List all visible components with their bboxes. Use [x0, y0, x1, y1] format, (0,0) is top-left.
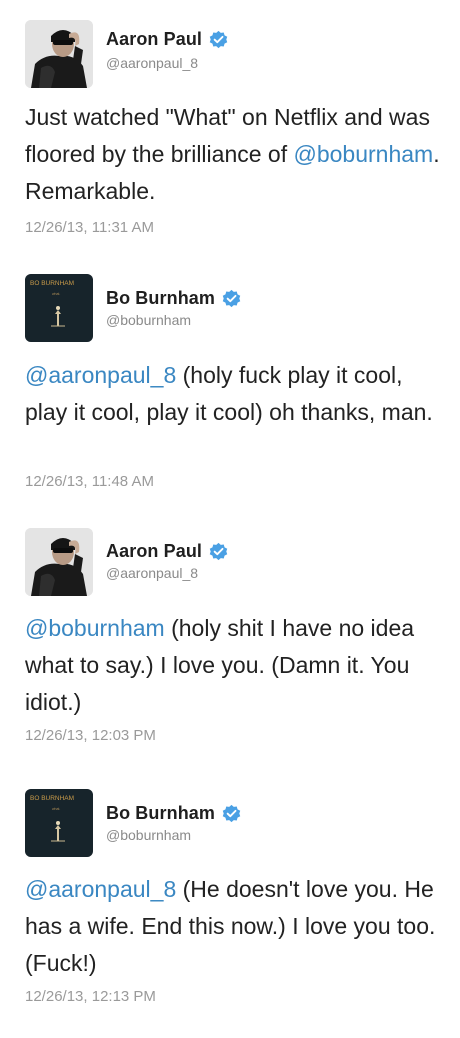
author-name[interactable]: Aaron Paul — [106, 541, 202, 562]
author-handle[interactable]: @aaronpaul_8 — [106, 55, 198, 71]
mention-link[interactable]: @aaronpaul_8 — [25, 876, 176, 902]
tweet-4[interactable]: BO BURNHAM what. Bo Burnham @boburnham @… — [0, 785, 460, 1025]
bo-burnham-album-icon: BO BURNHAM what. — [25, 274, 93, 342]
tweet-text: @aaronpaul_8 (He doesn't love you. He ha… — [25, 871, 445, 982]
author-row: Bo Burnham — [106, 803, 242, 824]
avatar[interactable]: BO BURNHAM what. — [25, 274, 93, 342]
tweet-3[interactable]: Aaron Paul @aaronpaul_8 @boburnham (holy… — [0, 525, 460, 765]
timestamp[interactable]: 12/26/13, 11:48 AM — [25, 473, 154, 490]
verified-badge-icon — [209, 30, 228, 49]
tweet-1[interactable]: Aaron Paul @aaronpaul_8 Just watched "Wh… — [0, 17, 460, 253]
verified-badge-icon — [222, 289, 241, 308]
tweet-text: @aaronpaul_8 (holy fuck play it cool, pl… — [25, 357, 445, 431]
author-handle[interactable]: @aaronpaul_8 — [106, 565, 198, 581]
author-name[interactable]: Aaron Paul — [106, 29, 202, 50]
tweet-2[interactable]: BO BURNHAM what. Bo Burnham @boburnham @… — [0, 270, 460, 510]
author-handle[interactable]: @boburnham — [106, 827, 191, 843]
avatar[interactable]: BO BURNHAM what. — [25, 789, 93, 857]
author-name[interactable]: Bo Burnham — [106, 803, 215, 824]
author-row: Aaron Paul — [106, 29, 229, 50]
verified-badge-icon — [209, 542, 228, 561]
tweet-text: Just watched "What" on Netflix and was f… — [25, 99, 445, 210]
timestamp[interactable]: 12/26/13, 12:13 PM — [25, 988, 156, 1005]
svg-text:what.: what. — [52, 807, 60, 811]
verified-badge-icon — [222, 804, 241, 823]
mention-link[interactable]: @boburnham — [25, 615, 165, 641]
svg-text:what.: what. — [52, 292, 60, 296]
avatar[interactable] — [25, 20, 93, 88]
timestamp[interactable]: 12/26/13, 12:03 PM — [25, 727, 156, 744]
aaron-paul-photo-icon — [25, 20, 93, 88]
album-caption: BO BURNHAM — [30, 795, 74, 802]
tweet-text: @boburnham (holy shit I have no idea wha… — [25, 610, 445, 721]
bo-burnham-album-icon: BO BURNHAM what. — [25, 789, 93, 857]
author-handle[interactable]: @boburnham — [106, 312, 191, 328]
author-name[interactable]: Bo Burnham — [106, 288, 215, 309]
avatar[interactable] — [25, 528, 93, 596]
author-row: Bo Burnham — [106, 288, 242, 309]
author-row: Aaron Paul — [106, 541, 229, 562]
mention-link[interactable]: @boburnham — [294, 141, 434, 167]
timestamp[interactable]: 12/26/13, 11:31 AM — [25, 219, 154, 236]
mention-link[interactable]: @aaronpaul_8 — [25, 362, 176, 388]
album-caption: BO BURNHAM — [30, 280, 74, 287]
aaron-paul-photo-icon — [25, 528, 93, 596]
